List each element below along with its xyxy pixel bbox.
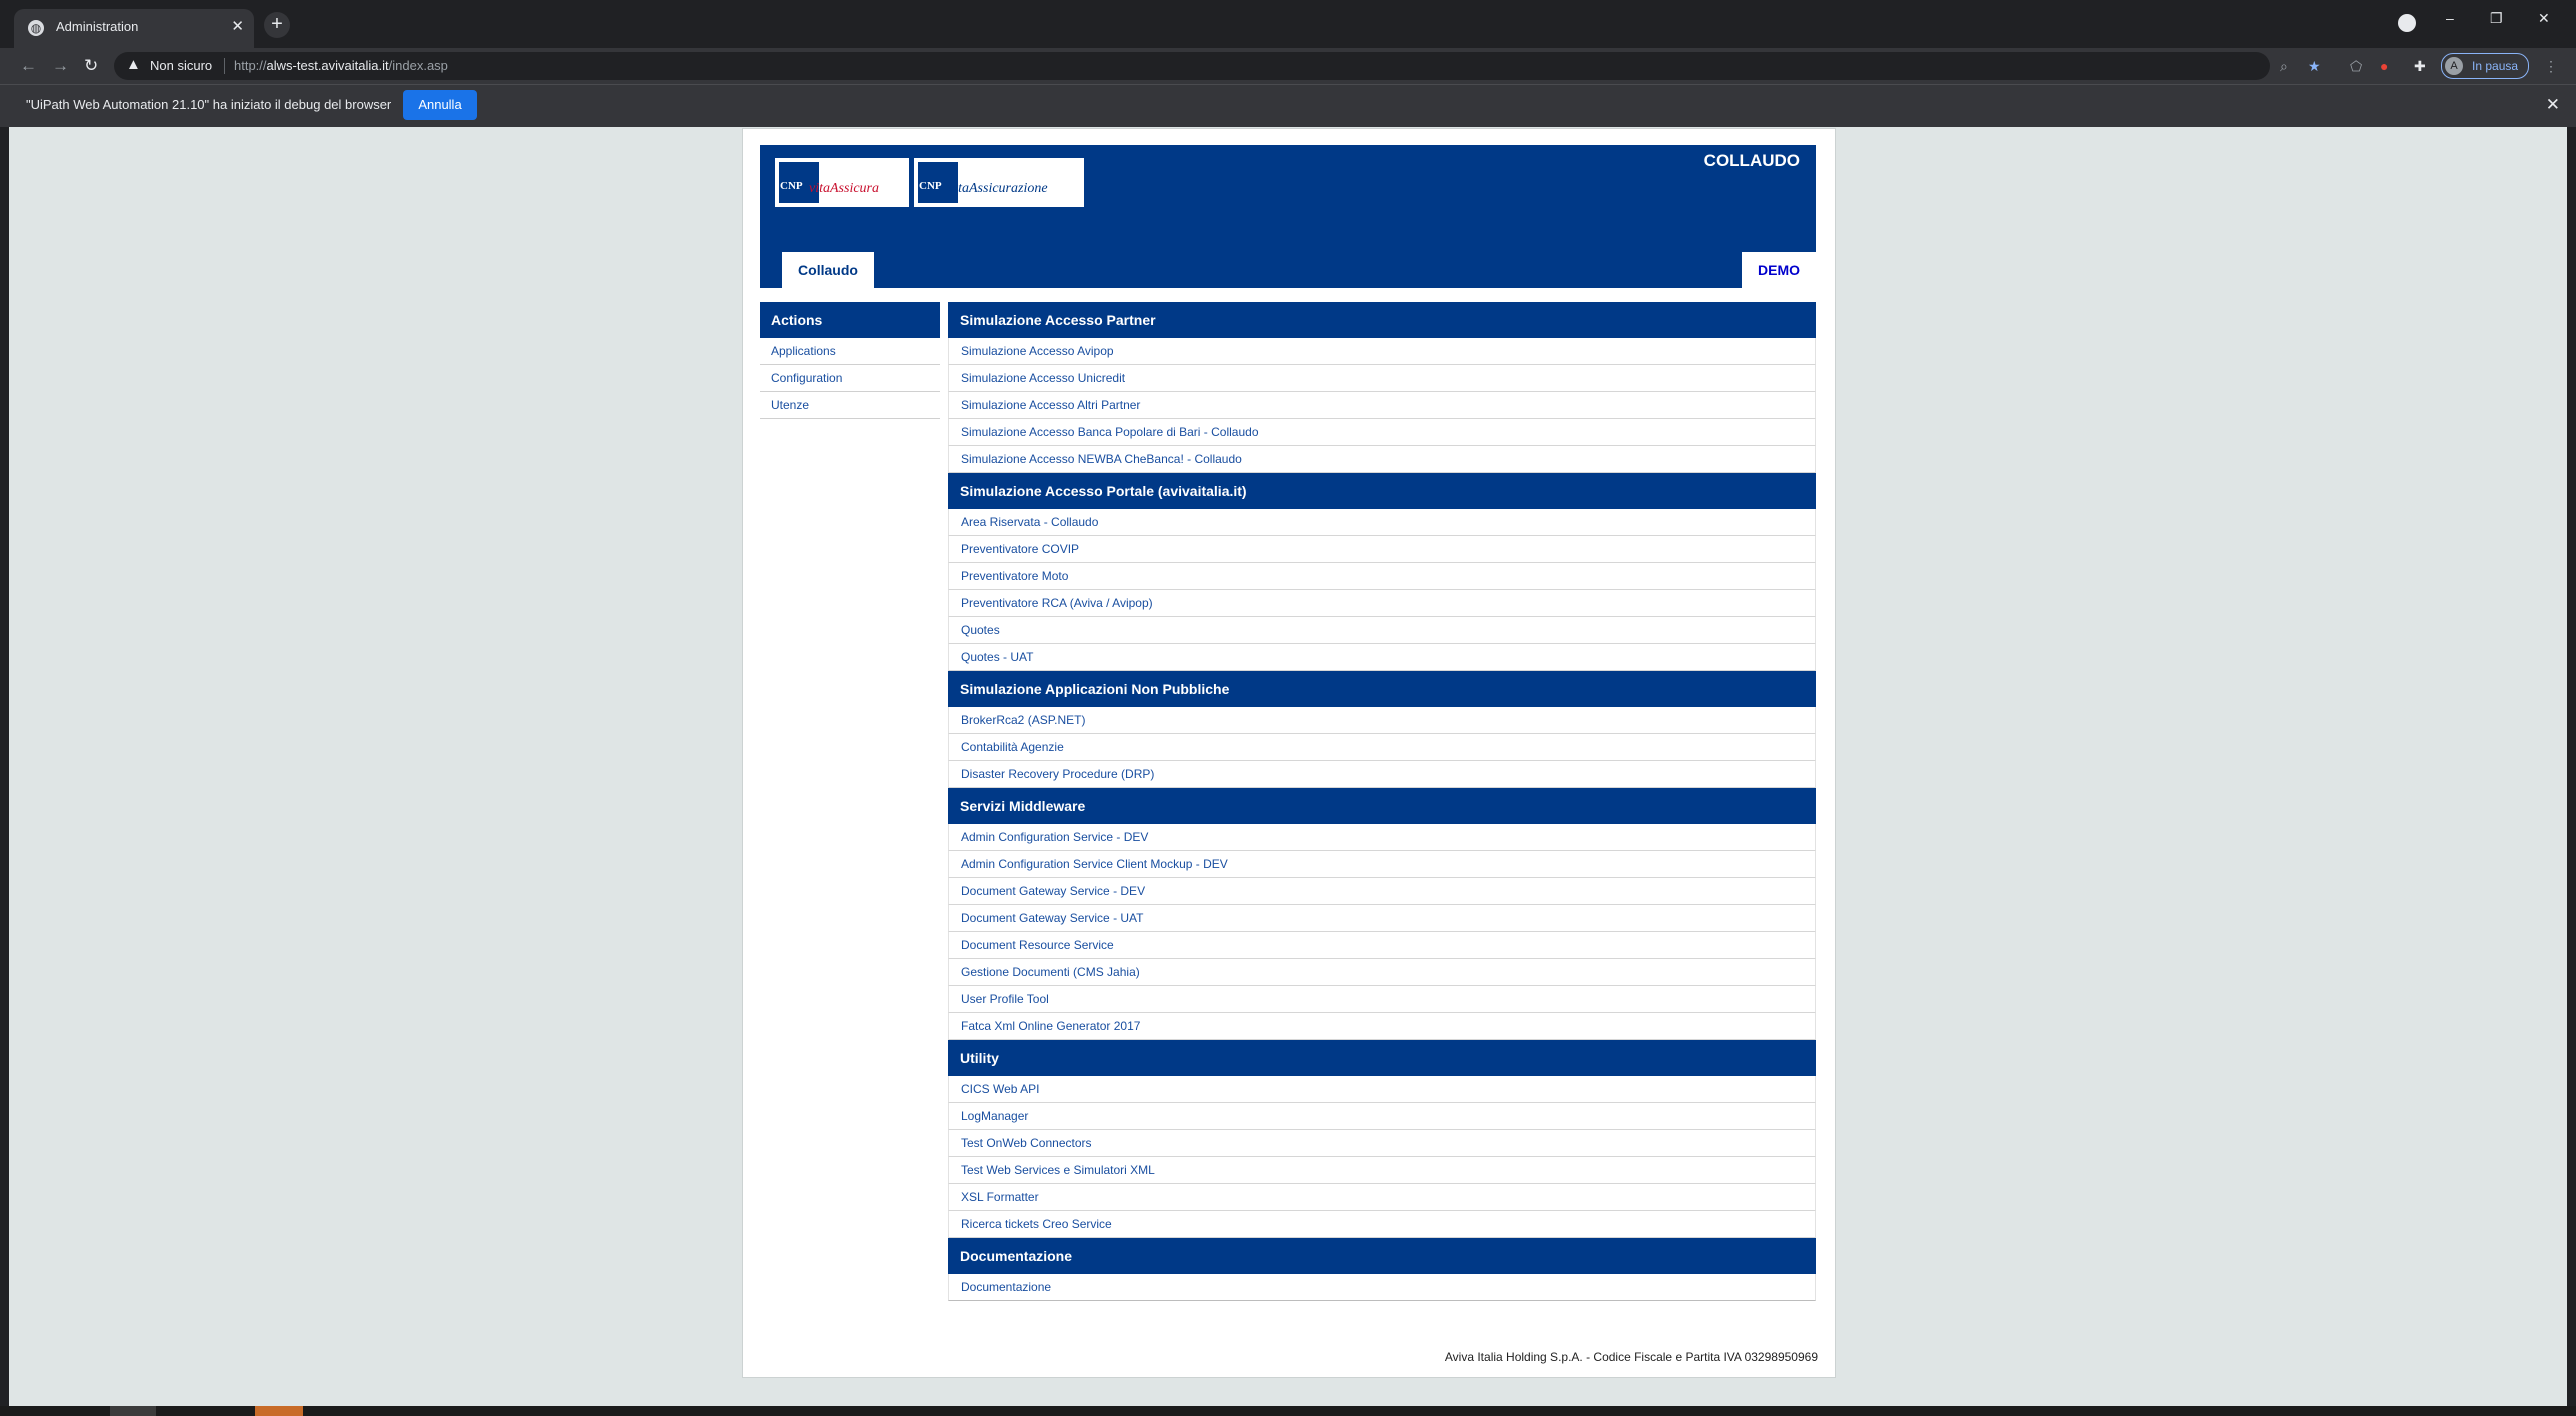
section-header: Utility (948, 1040, 1816, 1076)
taskbar-item-active[interactable] (255, 1406, 303, 1416)
nav-link[interactable]: Simulazione Accesso Unicredit (948, 365, 1816, 392)
nav-link[interactable]: Fatca Xml Online Generator 2017 (948, 1013, 1816, 1040)
last-section-links: Documentazione (948, 1274, 1816, 1301)
tab-title: Administration (56, 19, 139, 34)
nav-link[interactable]: LogManager (948, 1103, 1816, 1130)
nav-link[interactable]: Admin Configuration Service Client Mocku… (948, 851, 1816, 878)
section-header: Simulazione Applicazioni Non Pubbliche (948, 671, 1816, 707)
sidebar-title: Actions (760, 302, 940, 338)
nav-link[interactable]: Documentazione (948, 1274, 1816, 1301)
back-icon[interactable]: ← (20, 56, 37, 76)
browser-toolbar: ← → ↻ ▲ Non sicuro http://alws-test.aviv… (0, 48, 2576, 84)
nav-link[interactable]: CICS Web API (948, 1076, 1816, 1103)
tab-collaudo[interactable]: Collaudo (782, 252, 874, 288)
sidebar-item-configuration[interactable]: Configuration (760, 365, 940, 392)
logo-script-text: vitaAssicura (809, 181, 879, 196)
browser-tab[interactable]: ◍ Administration ✕ (14, 9, 254, 48)
infobar-message: "UiPath Web Automation 21.10" ha iniziat… (26, 97, 392, 112)
nav-link[interactable]: Document Gateway Service - DEV (948, 878, 1816, 905)
logo-cnp-text: CNP (780, 180, 803, 192)
close-tab-icon[interactable]: ✕ (231, 17, 244, 35)
nav-link[interactable]: Document Gateway Service - UAT (948, 905, 1816, 932)
profile-button[interactable]: A In pausa (2441, 53, 2529, 79)
nav-link[interactable]: Preventivatore COVIP (948, 536, 1816, 563)
nav-link[interactable]: Contabilità Agenzie (948, 734, 1816, 761)
nav-link[interactable]: Quotes - UAT (948, 644, 1816, 671)
bookmark-star-icon[interactable]: ★ (2308, 58, 2321, 75)
new-tab-button[interactable]: + (264, 12, 290, 38)
nav-link[interactable]: Test Web Services e Simulatori XML (948, 1157, 1816, 1184)
footer-text: Aviva Italia Holding S.p.A. - Codice Fis… (1444, 1350, 1818, 1364)
address-separator (224, 58, 225, 74)
section-header: Simulazione Accesso Portale (avivaitalia… (948, 473, 1816, 509)
window-close-icon[interactable]: ✕ (2538, 10, 2550, 27)
section-header: Documentazione (948, 1238, 1816, 1274)
site-header: CNP vitaAssicura CNP vitaAssicurazione C… (760, 145, 1816, 288)
zoom-icon[interactable]: ⌕ (2280, 58, 2288, 75)
nav-link[interactable]: Simulazione Accesso Banca Popolare di Ba… (948, 419, 1816, 446)
environment-label: COLLAUDO (1703, 151, 1800, 170)
nav-link[interactable]: Preventivatore RCA (Aviva / Avipop) (948, 590, 1816, 617)
logo-vita-assicura[interactable]: CNP vitaAssicura (775, 158, 909, 207)
cancel-debug-button[interactable]: Annulla (403, 90, 477, 120)
nav-link[interactable]: Simulazione Accesso Altri Partner (948, 392, 1816, 419)
tab-demo[interactable]: DEMO (1742, 252, 1816, 288)
logo-script-text: vitaAssicurazione (948, 181, 1048, 196)
sidebar-item-utenze[interactable]: Utenze (760, 392, 940, 419)
nav-link[interactable]: Disaster Recovery Procedure (DRP) (948, 761, 1816, 788)
main-content: Simulazione Accesso Partner Simulazione … (948, 302, 1816, 1301)
nav-link[interactable]: XSL Formatter (948, 1184, 1816, 1211)
restore-icon[interactable]: ❐ (2490, 10, 2503, 27)
nav-link[interactable]: Document Resource Service (948, 932, 1816, 959)
debug-infobar: "UiPath Web Automation 21.10" ha iniziat… (0, 84, 2576, 127)
avatar: A (2445, 57, 2463, 75)
nav-link[interactable]: Ricerca tickets Creo Service (948, 1211, 1816, 1238)
nav-link[interactable]: BrokerRca2 (ASP.NET) (948, 707, 1816, 734)
warning-icon: ▲ (126, 56, 141, 73)
os-taskbar (0, 1406, 2576, 1416)
extension-red-icon[interactable]: ● (2380, 58, 2388, 74)
globe-icon: ◍ (28, 20, 44, 36)
viewport-edge-left (0, 127, 9, 1407)
nav-link[interactable]: User Profile Tool (948, 986, 1816, 1013)
actions-sidebar: Actions Applications Configuration Utenz… (760, 302, 940, 419)
admin-page: CNP vitaAssicura CNP vitaAssicurazione C… (742, 128, 1836, 1378)
nav-link[interactable]: Area Riservata - Collaudo (948, 509, 1816, 536)
nav-link[interactable]: Simulazione Accesso Avipop (948, 338, 1816, 365)
nav-link[interactable]: Preventivatore Moto (948, 563, 1816, 590)
tab-search-icon[interactable] (2398, 14, 2416, 32)
viewport-edge-right (2567, 127, 2576, 1407)
taskbar-item[interactable] (110, 1406, 156, 1416)
extensions-puzzle-icon[interactable]: ✚ (2414, 58, 2426, 75)
extension-icon[interactable]: ⬠ (2350, 58, 2362, 75)
nav-link[interactable]: Quotes (948, 617, 1816, 644)
logo-vita-assicurazione[interactable]: CNP vitaAssicurazione (914, 158, 1084, 207)
close-infobar-icon[interactable]: ✕ (2546, 95, 2560, 115)
nav-link[interactable]: Test OnWeb Connectors (948, 1130, 1816, 1157)
nav-link[interactable]: Simulazione Accesso NEWBA CheBanca! - Co… (948, 446, 1816, 473)
address-bar[interactable]: ▲ Non sicuro http://alws-test.avivaitali… (114, 52, 2288, 80)
menu-icon[interactable]: ⋮ (2544, 58, 2558, 75)
forward-icon[interactable]: → (52, 56, 69, 76)
section-header: Servizi Middleware (948, 788, 1816, 824)
profile-status: In pausa (2472, 59, 2519, 73)
url-text[interactable]: http://alws-test.avivaitalia.it/index.as… (234, 58, 448, 73)
nav-link[interactable]: Gestione Documenti (CMS Jahia) (948, 959, 1816, 986)
reload-icon[interactable]: ↻ (84, 56, 98, 76)
security-label[interactable]: Non sicuro (150, 58, 212, 73)
logo-cnp-text: CNP (919, 180, 942, 192)
nav-link[interactable]: Admin Configuration Service - DEV (948, 824, 1816, 851)
section-header: Simulazione Accesso Partner (948, 302, 1816, 338)
browser-tab-strip: ◍ Administration ✕ + – ❐ ✕ (0, 0, 2576, 48)
minimize-icon[interactable]: – (2446, 10, 2454, 26)
sidebar-item-applications[interactable]: Applications (760, 338, 940, 365)
